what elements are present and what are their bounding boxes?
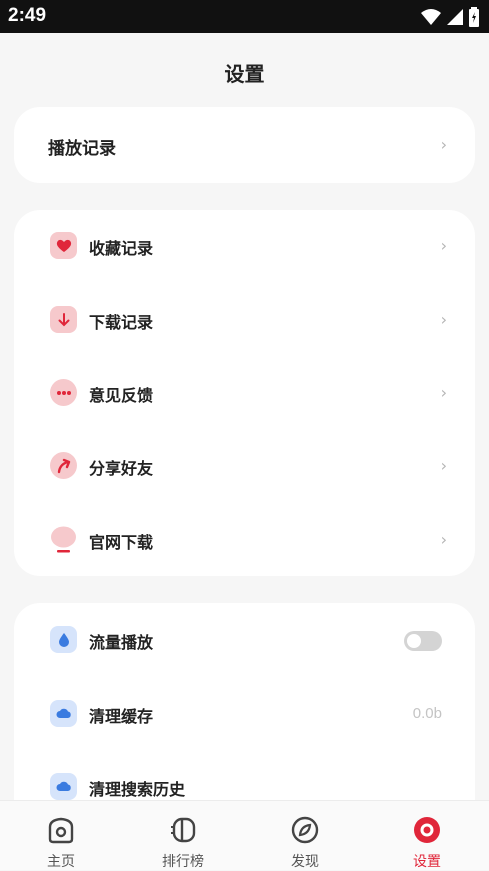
row-website-download[interactable]: 官网下载 › [14,515,475,565]
chevron-right-icon: › [440,530,447,549]
home-icon [48,817,74,844]
toggle-knob [407,634,421,648]
row-label: 官网下载 [89,533,154,552]
tab-settings[interactable]: 设置 [366,801,488,870]
row-label: 清理缓存 [89,707,154,726]
settings-icon [414,817,440,843]
row-label: 流量播放 [89,633,154,652]
row-label: 下载记录 [89,313,154,332]
chevron-right-icon: › [440,310,447,329]
data-play-toggle[interactable] [404,631,442,651]
tab-discover[interactable]: 发现 [244,801,366,870]
chevron-right-icon: › [440,383,447,402]
status-time: 2:49 [8,5,47,26]
tab-label: 主页 [47,854,75,870]
row-share[interactable]: 分享好友 › [14,441,475,491]
row-favorites[interactable]: 收藏记录 › [14,221,475,271]
row-label: 播放记录 [48,139,116,159]
row-clear-cache[interactable]: 清理缓存 0.0b [14,689,475,739]
row-play-history[interactable]: 播放记录 › [14,120,475,170]
row-feedback[interactable]: 意见反馈 › [14,368,475,418]
water-drop-icon [50,626,77,653]
page-title: 设置 [224,62,265,86]
cache-size-value: 0.0b [412,705,442,722]
discover-compass-icon [291,816,319,844]
tab-label: 排行榜 [162,854,204,870]
share-arrow-icon [50,452,77,479]
storage-card: 流量播放 清理缓存 0.0b 清理搜索历史 [14,603,475,833]
row-label: 收藏记录 [89,239,154,258]
status-icons [421,7,479,27]
cloud-icon [50,773,77,800]
signal-icon [447,9,463,25]
chat-bubble-icon [50,379,77,406]
tab-label: 设置 [413,854,441,870]
cloud-icon [50,700,77,727]
records-card: 收藏记录 › 下载记录 › 意见反馈 › 分享好友 › 官网下载 › [14,210,475,576]
row-label: 分享好友 [89,459,154,478]
status-bar: 2:49 [0,0,489,33]
rank-icon [171,817,196,843]
chevron-right-icon: › [440,135,447,154]
wifi-icon [421,9,441,25]
row-data-play: 流量播放 [14,615,475,665]
history-card: 播放记录 › [14,107,475,183]
heart-icon [50,232,77,259]
tab-home[interactable]: 主页 [0,801,122,870]
row-label: 意见反馈 [89,386,154,405]
website-icon [50,526,77,553]
bottom-tab-bar: 主页 排行榜 发现 设置 [0,800,489,870]
chevron-right-icon: › [440,236,447,255]
battery-icon [469,7,479,27]
download-arrow-icon [50,306,77,333]
chevron-right-icon: › [440,456,447,475]
row-downloads[interactable]: 下载记录 › [14,295,475,345]
tab-rank[interactable]: 排行榜 [122,801,244,870]
row-label: 清理搜索历史 [89,780,186,799]
tab-label: 发现 [291,854,319,870]
